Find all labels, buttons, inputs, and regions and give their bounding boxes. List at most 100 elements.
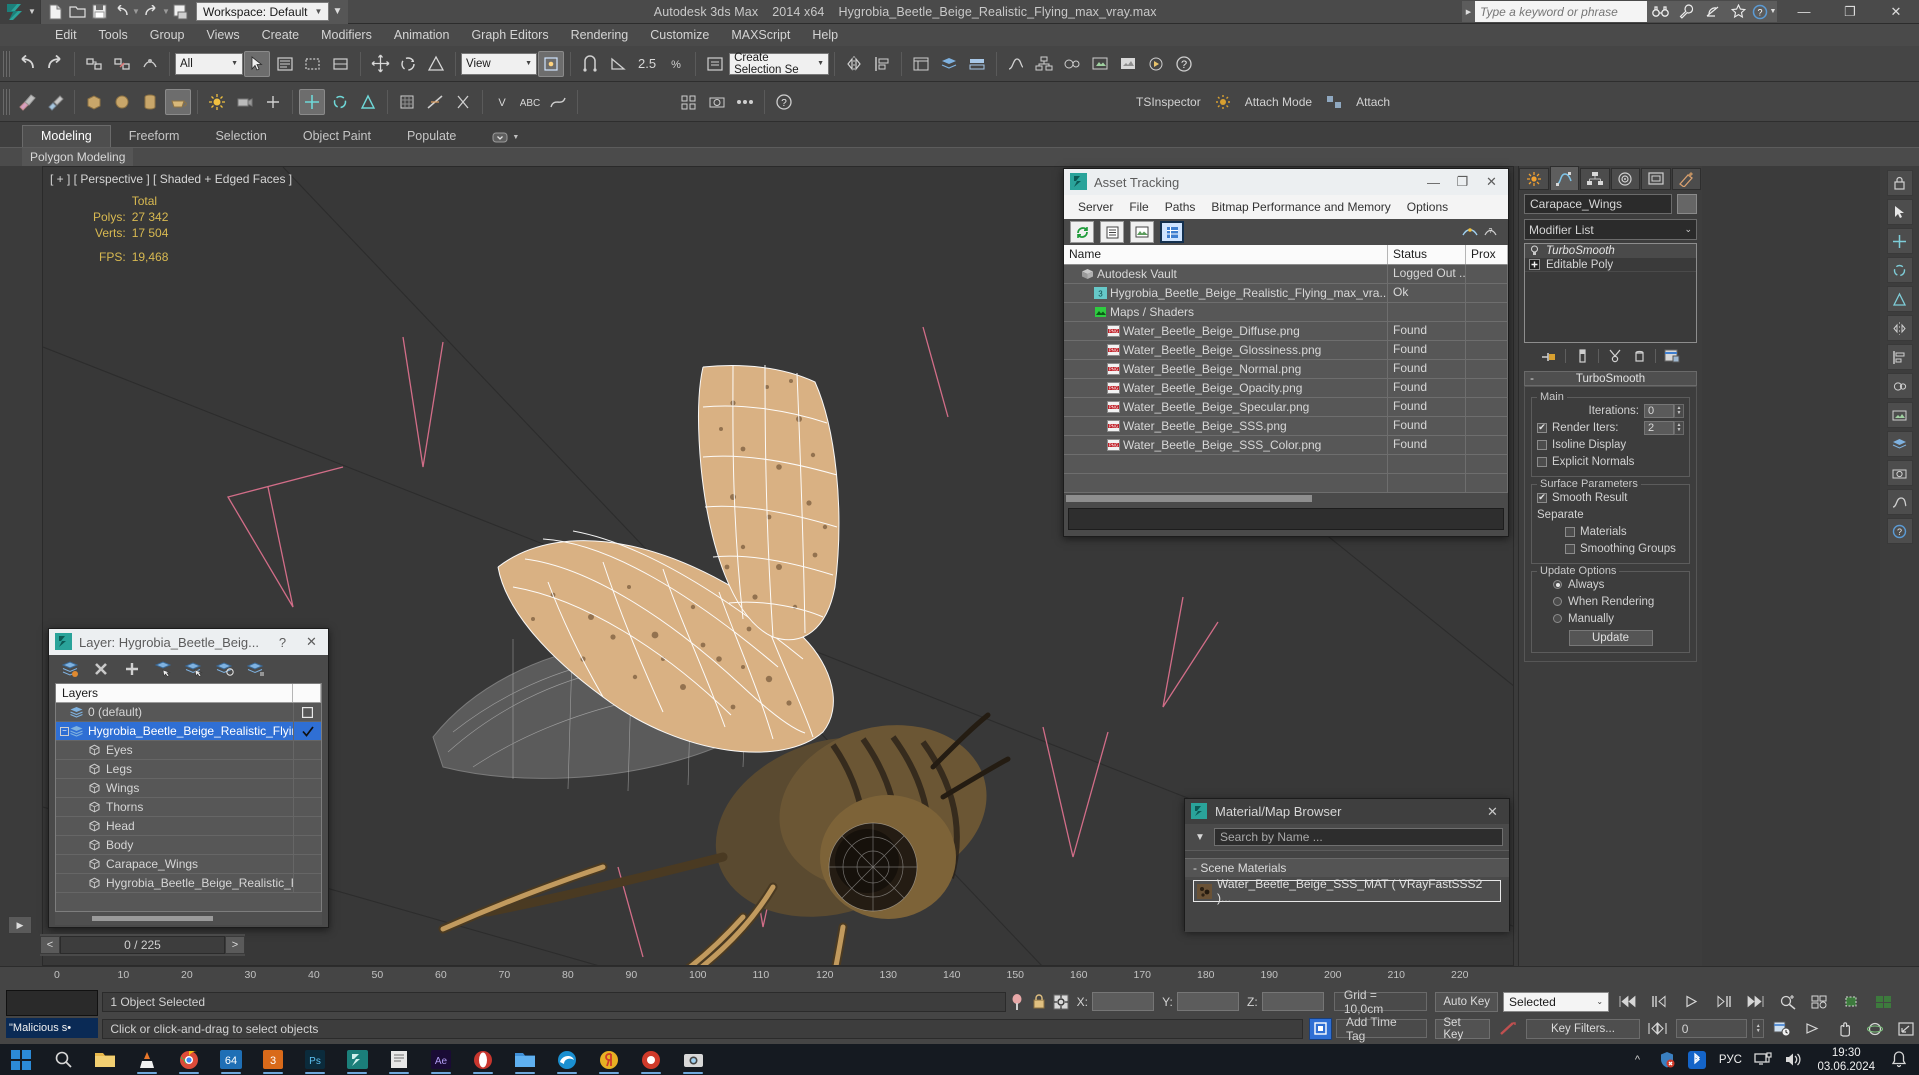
asset-tracking-close-button[interactable]: ✕ — [1477, 170, 1506, 194]
search-binoculars-icon[interactable] — [1647, 1, 1673, 22]
layer-row-toggle[interactable] — [293, 702, 321, 722]
select-and-rotate-icon[interactable] — [395, 51, 421, 77]
tab-modify[interactable] — [1549, 166, 1579, 190]
pin-stack-status-icon[interactable] — [1006, 991, 1028, 1013]
remove-modifier-icon[interactable] — [1631, 348, 1647, 364]
zoom-extents-all-icon[interactable] — [1806, 991, 1833, 1013]
menu-item-group[interactable]: Group — [139, 24, 196, 46]
folder-icon[interactable] — [504, 1044, 546, 1075]
named-selection-chevron-down-icon[interactable]: ▼ — [817, 60, 824, 67]
layer-dialog-title-bar[interactable]: Layer: Hygrobia_Beetle_Beig... ? ✕ — [49, 629, 328, 655]
toggle-layer-explorer-icon[interactable] — [936, 51, 962, 77]
orbit-icon[interactable] — [1862, 1018, 1888, 1040]
quick-slice-icon[interactable] — [422, 89, 448, 115]
material-browser-search-input[interactable]: Search by Name ... — [1214, 828, 1503, 846]
yandex-icon[interactable] — [588, 1044, 630, 1075]
rendered-frame-window-icon[interactable] — [1115, 51, 1141, 77]
strip-help-icon[interactable]: ? — [1886, 518, 1913, 544]
go-to-start-icon[interactable] — [1614, 991, 1641, 1013]
add-layer-icon[interactable] — [119, 657, 145, 681]
ribbon-tab-object-paint[interactable]: Object Paint — [285, 126, 389, 147]
create-box-icon[interactable] — [81, 89, 107, 115]
layer-row-toggle[interactable] — [293, 759, 321, 779]
render-iters-checkbox[interactable]: ✔ — [1537, 422, 1547, 433]
angle-snap-value[interactable]: 2.5 — [632, 56, 662, 71]
layer-dialog[interactable]: Layer: Hygrobia_Beetle_Beig... ? ✕ Layer… — [48, 628, 329, 928]
create-teapot-icon[interactable] — [165, 88, 191, 115]
material-browser-filter-icon[interactable]: ▼ — [1191, 828, 1209, 846]
chrome-icon[interactable] — [168, 1044, 210, 1075]
col-header-status[interactable]: Status — [1388, 245, 1466, 264]
paint-select-icon[interactable] — [14, 89, 40, 115]
vlc-icon[interactable] — [126, 1044, 168, 1075]
asset-row[interactable]: Maps / Shaders — [1064, 303, 1508, 322]
opera-gx-icon[interactable] — [462, 1044, 504, 1075]
maxscript-mini-listener[interactable] — [6, 990, 98, 1016]
attach-mode-icon[interactable] — [1321, 89, 1347, 115]
menu-item-graph-editors[interactable]: Graph Editors — [460, 24, 559, 46]
manually-radio[interactable] — [1553, 614, 1562, 623]
save-file-icon[interactable] — [88, 2, 110, 22]
layer-row-toggle[interactable] — [293, 740, 321, 760]
strip-mirror-icon[interactable] — [1886, 315, 1913, 341]
layer-row[interactable]: Carapace_Wings — [56, 854, 321, 874]
strip-lock-icon[interactable] — [1886, 170, 1913, 196]
modifier-list-chevron-down-icon[interactable]: ⌄ — [1684, 224, 1692, 235]
layer-dialog-help-button[interactable]: ? — [268, 630, 297, 654]
redo-icon[interactable] — [140, 2, 162, 22]
current-frame-spinner[interactable]: ▲ ▼ — [1752, 1019, 1765, 1038]
edit-named-selection-icon[interactable] — [702, 51, 728, 77]
menu-item-views[interactable]: Views — [195, 24, 250, 46]
material-browser-title-bar[interactable]: Material/Map Browser ✕ — [1185, 799, 1509, 824]
zoom-extents-selected-icon[interactable] — [1838, 991, 1865, 1013]
render-iters-spinner[interactable]: ▲ ▼ — [1674, 420, 1684, 435]
strip-select-icon[interactable] — [1886, 199, 1913, 225]
undo-tool-icon[interactable] — [14, 51, 40, 77]
selection-filter-combo[interactable]: All ▼ — [175, 52, 243, 75]
attach-mode-label[interactable]: Attach Mode — [1237, 95, 1320, 109]
layer-row-toggle[interactable] — [293, 835, 321, 855]
layer-list-hscrollbar[interactable] — [55, 912, 322, 925]
y-coordinate-field[interactable] — [1176, 992, 1240, 1011]
select-object-icon[interactable] — [244, 50, 270, 77]
bluetooth-icon[interactable] — [1683, 1044, 1711, 1075]
layer-dialog-close-button[interactable]: ✕ — [297, 630, 326, 654]
modifier-list-dropdown[interactable]: Modifier List ⌄ — [1524, 219, 1697, 240]
browser-icon[interactable] — [630, 1044, 672, 1075]
always-row[interactable]: Always — [1537, 577, 1684, 592]
asset-row[interactable]: PNG Water_Beetle_Beige_Glossiness.png Foun… — [1064, 341, 1508, 360]
grid-view-icon[interactable] — [1160, 221, 1184, 243]
window-crossing-icon[interactable] — [328, 51, 354, 77]
notifications-bell-icon[interactable] — [1885, 1044, 1913, 1075]
reference-coordinate-combo[interactable]: View ▼ — [461, 52, 537, 75]
tab-utilities[interactable] — [1671, 168, 1701, 190]
volume-icon[interactable] — [1779, 1044, 1807, 1075]
when-rendering-row[interactable]: When Rendering — [1537, 594, 1684, 609]
layer-row-toggle[interactable] — [293, 873, 321, 893]
layer-row[interactable]: Body — [56, 835, 321, 855]
soft-64-icon[interactable]: 64 — [210, 1044, 252, 1075]
strip-align-icon[interactable] — [1886, 344, 1913, 370]
select-link-icon[interactable] — [81, 51, 107, 77]
menu-item-create[interactable]: Create — [251, 24, 311, 46]
move-transform-icon[interactable] — [299, 88, 325, 115]
next-frame-icon[interactable] — [1710, 991, 1737, 1013]
materials-row[interactable]: Materials — [1537, 524, 1684, 539]
windows-defender-icon[interactable] — [1653, 1044, 1681, 1075]
search-taskbar-icon[interactable] — [42, 1044, 84, 1075]
asset-menu-options[interactable]: Options — [1399, 200, 1456, 214]
material-editor-icon[interactable] — [1059, 51, 1085, 77]
object-color-swatch[interactable] — [1677, 194, 1697, 214]
after-effects-icon[interactable]: Ae — [420, 1044, 462, 1075]
materials-checkbox[interactable] — [1565, 526, 1575, 537]
unwrap-uvw-icon[interactable] — [394, 89, 420, 115]
curve-editor-icon[interactable] — [1003, 51, 1029, 77]
asset-menu-paths[interactable]: Paths — [1157, 200, 1204, 214]
layer-row[interactable]: 0 (default) — [56, 702, 321, 722]
menu-item-animation[interactable]: Animation — [383, 24, 461, 46]
asset-grid-hscrollbar[interactable] — [1064, 493, 1508, 504]
asset-row[interactable]: Autodesk Vault Logged Out ... — [1064, 265, 1508, 284]
asset-tracking-maximize-button[interactable]: ❐ — [1448, 170, 1477, 194]
asset-tracking-grid[interactable]: Name Status Prox Autodesk Vault Logged Ou… — [1064, 245, 1508, 493]
undo-icon[interactable] — [110, 2, 132, 22]
